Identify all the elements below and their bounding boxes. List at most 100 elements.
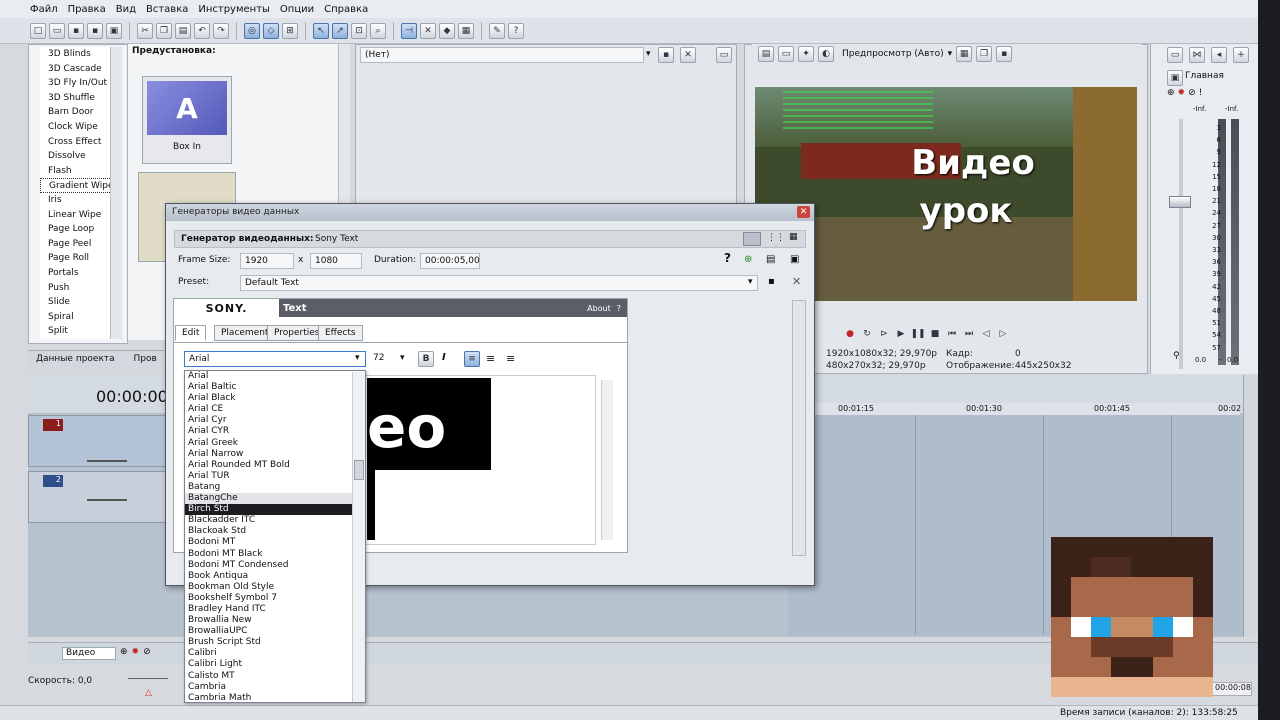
tab-project-media[interactable]: Данные проекта: [28, 351, 123, 367]
rate-marker-icon[interactable]: △: [145, 688, 152, 698]
normal-edit-tool-icon[interactable]: ↖: [313, 22, 329, 39]
align-left-icon[interactable]: ≡: [464, 351, 480, 367]
solo-icon[interactable]: !: [1199, 88, 1203, 98]
open-icon[interactable]: ▭: [49, 22, 65, 39]
font-option[interactable]: Blackoak Std: [185, 526, 365, 537]
redo-icon[interactable]: ↷: [213, 22, 229, 39]
preset-select[interactable]: Default Text: [240, 275, 758, 291]
save-preset-icon[interactable]: ▪: [768, 276, 775, 287]
auto-crossfade-icon[interactable]: ✕: [420, 22, 436, 39]
font-option[interactable]: Bookshelf Symbol 7: [185, 593, 365, 604]
align-center-icon[interactable]: ≡: [486, 352, 495, 365]
add-bus-icon[interactable]: +: [1233, 47, 1249, 63]
duration-field[interactable]: 00:00:05,00: [420, 253, 480, 269]
frame-height-field[interactable]: 1080: [310, 253, 362, 269]
paste-icon[interactable]: ▤: [175, 22, 191, 39]
font-option[interactable]: Bodoni MT: [185, 537, 365, 548]
font-option[interactable]: Calisto MT: [185, 671, 365, 682]
font-option[interactable]: Calibri: [185, 648, 365, 659]
chevron-down-icon[interactable]: ▾: [948, 49, 953, 59]
timeline-vscroll[interactable]: [1243, 375, 1258, 637]
copy-snapshot-icon[interactable]: ❐: [976, 46, 993, 62]
font-option[interactable]: Arial TUR: [185, 471, 365, 482]
project-properties-icon[interactable]: ▤: [758, 46, 774, 62]
grid-view-icon[interactable]: ▦: [789, 232, 798, 242]
cut-icon[interactable]: ✂: [137, 22, 153, 39]
render-icon[interactable]: ✎: [489, 22, 505, 39]
plugin-info-icon[interactable]: ▣: [790, 254, 799, 265]
zoom-tool-icon[interactable]: ⌕: [370, 22, 386, 39]
chevron-down-icon[interactable]: ▾: [748, 277, 753, 287]
dialog-scrollbar[interactable]: [792, 300, 806, 556]
dropdown-arrow-icon[interactable]: ▾: [646, 49, 651, 59]
font-select[interactable]: Arial: [184, 351, 366, 367]
save-snapshot-icon[interactable]: ▪: [996, 46, 1013, 62]
frame-width-field[interactable]: 1920: [240, 253, 294, 269]
menu-help[interactable]: Справка: [324, 4, 368, 15]
delete-preset-icon[interactable]: ✕: [680, 47, 696, 63]
track-header-1[interactable]: 1: [28, 415, 178, 467]
italic-button[interactable]: I: [442, 352, 446, 363]
pause-icon[interactable]: ❚❚: [910, 328, 925, 340]
speaker-icon[interactable]: ◂: [1211, 47, 1227, 63]
properties-icon[interactable]: ▣: [106, 22, 122, 39]
plugin-icon[interactable]: ⊕: [120, 647, 128, 657]
fx-icon[interactable]: ✦: [798, 46, 814, 62]
font-option[interactable]: Bodoni MT Black: [185, 549, 365, 560]
split-screen-icon[interactable]: ◐: [818, 46, 834, 62]
font-option[interactable]: Blackadder ITC: [185, 515, 365, 526]
font-option[interactable]: Arial Narrow: [185, 449, 365, 460]
print-icon[interactable]: ▤: [766, 254, 775, 265]
font-option[interactable]: Arial Cyr: [185, 415, 365, 426]
lock-icon[interactable]: ⚲: [1173, 351, 1180, 361]
font-option[interactable]: Browallia New: [185, 615, 365, 626]
next-frame-icon[interactable]: ▷: [997, 328, 1009, 340]
menu-edit[interactable]: Правка: [68, 4, 106, 15]
font-option[interactable]: Arial Rounded MT Bold: [185, 460, 365, 471]
snapping-icon[interactable]: ⊣: [401, 22, 417, 39]
font-option-highlighted[interactable]: Birch Std: [185, 504, 365, 516]
about-link[interactable]: About: [587, 304, 611, 313]
external-monitor-icon[interactable]: ▭: [778, 46, 794, 62]
transitions-scrollbar[interactable]: [110, 47, 122, 339]
go-to-start-icon[interactable]: ⏮: [946, 328, 958, 340]
font-option[interactable]: Book Antiqua: [185, 571, 365, 582]
save-preset-icon[interactable]: ▪: [658, 47, 674, 63]
grid-icon[interactable]: ▦: [458, 22, 474, 39]
close-icon[interactable]: ✕: [797, 206, 810, 218]
about-help-icon[interactable]: ?: [617, 304, 621, 313]
delete-preset-icon[interactable]: ✕: [792, 275, 801, 288]
menu-insert[interactable]: Вставка: [146, 4, 188, 15]
chevron-down-icon[interactable]: ▾: [400, 353, 405, 363]
copy-icon[interactable]: ❐: [156, 22, 172, 39]
help-icon[interactable]: ?: [724, 251, 731, 265]
view-mode-icon[interactable]: [743, 232, 761, 246]
font-list-scrollbar[interactable]: [352, 372, 365, 702]
font-option[interactable]: Arial Greek: [185, 438, 365, 449]
save-icon[interactable]: ▪: [68, 22, 84, 39]
font-option[interactable]: BrowalliaUPC: [185, 626, 365, 637]
loop-icon[interactable]: ↻: [861, 328, 873, 340]
bold-button[interactable]: B: [418, 351, 434, 367]
menu-options[interactable]: Опции: [280, 4, 314, 15]
mixer-properties-icon[interactable]: ▭: [1167, 47, 1183, 63]
text-area-scrollbar[interactable]: [601, 380, 613, 540]
font-option[interactable]: Arial CE: [185, 404, 365, 415]
rate-slider[interactable]: [128, 678, 168, 686]
preview-quality[interactable]: Предпросмотр (Авто): [842, 49, 944, 59]
menu-view[interactable]: Вид: [116, 4, 136, 15]
tab-effects[interactable]: Effects: [318, 325, 363, 341]
markers-icon[interactable]: ◆: [439, 22, 455, 39]
new-icon[interactable]: □: [30, 22, 46, 39]
mute-icon[interactable]: ⊘: [1188, 88, 1196, 98]
time-field[interactable]: 00:00:08: [1212, 682, 1252, 696]
help-icon[interactable]: ?: [508, 22, 524, 39]
add-plugin-icon[interactable]: ⊕: [744, 254, 752, 265]
prev-frame-icon[interactable]: ◁: [980, 328, 992, 340]
play-from-start-icon[interactable]: ⊳: [878, 328, 890, 340]
tab-explorer[interactable]: Пров: [126, 351, 165, 367]
undo-icon[interactable]: ↶: [194, 22, 210, 39]
track-level-slider[interactable]: [87, 460, 127, 462]
font-option[interactable]: Arial CYR: [185, 426, 365, 437]
overlays-icon[interactable]: ▦: [956, 46, 973, 62]
